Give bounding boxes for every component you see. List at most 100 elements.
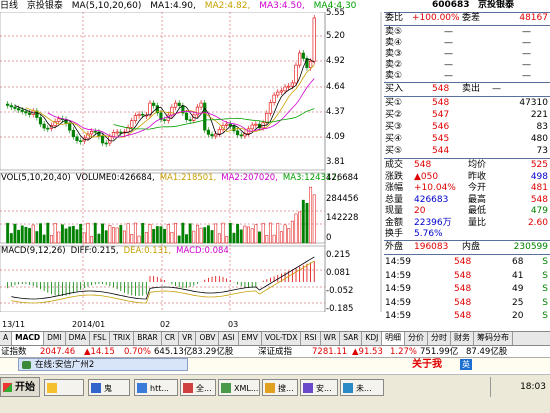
indicator-tab[interactable]: ASI xyxy=(219,332,239,345)
detail-tab[interactable]: 筹码分布 xyxy=(474,332,513,345)
volume-bar xyxy=(133,222,137,244)
taskbar-window-button[interactable]: htt... xyxy=(134,379,178,396)
taskbar-window-button[interactable]: 全... xyxy=(180,379,216,396)
macd-tick: 0.081 xyxy=(326,268,351,278)
volume-bar xyxy=(6,222,10,244)
buy-level-row: 买③ 546 83 xyxy=(384,122,550,133)
candle-body xyxy=(279,90,284,93)
stat-value: 479 xyxy=(530,206,548,216)
indicator-tab[interactable]: BRAR xyxy=(134,332,162,345)
indicator-tab[interactable]: VOL-TDX xyxy=(262,332,302,345)
candle-body xyxy=(254,123,258,126)
candle-body xyxy=(16,108,21,111)
candle-body xyxy=(79,140,83,143)
candle-body xyxy=(276,91,280,96)
indicator-tab[interactable]: TRIX xyxy=(110,332,135,345)
vol-tick: 284456 xyxy=(326,194,359,204)
candle-body xyxy=(312,17,316,62)
ma-params: MA(5,10,20,60) xyxy=(71,1,142,11)
volume-bar xyxy=(236,223,240,244)
date-tick: 13/11 xyxy=(2,320,26,329)
indicator-tab[interactable]: DMI xyxy=(44,332,66,345)
stat-value: 548 xyxy=(530,194,548,205)
volume-bar xyxy=(155,226,159,244)
indicator-tab[interactable]: OBV xyxy=(196,332,220,345)
macd-diff-line xyxy=(11,256,315,300)
candle-body xyxy=(203,102,207,131)
app-icon xyxy=(137,383,147,393)
tick-time: 14:59 xyxy=(385,297,411,308)
candle-body xyxy=(119,131,123,134)
macd-diff: DIFF:0.215, xyxy=(70,246,119,256)
level-label: 卖② xyxy=(385,60,403,70)
tick-time: 14:59 xyxy=(385,270,411,281)
volume-bar xyxy=(247,226,251,244)
app-icon xyxy=(91,383,101,393)
taskbar: 开始 鬼 htt... 全... XML... 搜... 安... 未... 18:03 xyxy=(0,374,550,413)
taskbar-window-button[interactable]: 搜... xyxy=(262,379,298,396)
level-volume: 83 xyxy=(536,122,548,132)
connection-bar: 在线:安信广州2 关于我 英 xyxy=(0,357,550,372)
vol-tick: 0 xyxy=(326,233,332,243)
volume-bar xyxy=(93,222,97,244)
detail-tab[interactable]: 财务 xyxy=(451,332,474,345)
detail-tab[interactable]: 分价 xyxy=(405,332,428,345)
taskbar-window-button[interactable] xyxy=(44,379,84,396)
stat-row: 涨幅 +10.04% 今开 481 xyxy=(384,183,550,194)
indicator-tab[interactable]: SAR xyxy=(340,332,363,345)
stat-label: 最高 xyxy=(468,194,487,205)
taskbar-window-button[interactable]: 鬼 xyxy=(88,379,130,396)
volume-bar xyxy=(112,227,115,244)
app-icon xyxy=(343,383,353,393)
volume-bar xyxy=(181,222,185,244)
indicator-tab[interactable]: DMA xyxy=(66,332,90,345)
level-price: — xyxy=(444,60,453,70)
detail-tab[interactable]: 分时 xyxy=(428,332,451,345)
price-tick: 4.37 xyxy=(326,107,345,117)
vol-current: VOLUME0:426684, xyxy=(75,173,155,183)
stat-value: 548 xyxy=(414,160,432,170)
candle-body xyxy=(177,102,181,106)
trade-tick-row: 14:59 548 49 S xyxy=(384,284,550,295)
about-me-link[interactable]: 关于我 xyxy=(412,358,442,371)
volume-bar xyxy=(294,213,298,244)
tick-side: S xyxy=(542,311,548,321)
price-tick: 4.09 xyxy=(326,132,345,142)
indicator-tab[interactable]: FSL xyxy=(90,332,111,345)
tick-volume: 49 xyxy=(512,284,524,294)
stat-value: ▲050 xyxy=(414,171,439,182)
candle-body xyxy=(225,123,229,126)
taskbar-window-button[interactable]: 安... xyxy=(300,379,338,396)
taskbar-window-button[interactable]: XML... xyxy=(218,379,260,396)
taskbar-window-button[interactable]: 未... xyxy=(340,379,384,396)
candle-body xyxy=(38,117,43,125)
stat-row: 成交 548 均价 525 xyxy=(384,160,550,171)
candle-body xyxy=(173,102,178,108)
chart-type-label: 日线 xyxy=(0,1,19,11)
weibi-row: 委比 +100.00% 委差 48167 xyxy=(384,13,550,24)
stat-value: 5.76% xyxy=(414,229,443,239)
indicator-tab[interactable]: CR xyxy=(162,332,180,345)
kline-chart-area[interactable] xyxy=(0,12,382,312)
ime-indicator[interactable]: 英 xyxy=(460,359,472,370)
indicator-tab[interactable]: KDJ xyxy=(362,332,383,345)
indicator-tab[interactable]: A xyxy=(0,332,13,345)
indicator-tab[interactable]: VR xyxy=(179,332,197,345)
candle-body xyxy=(290,82,294,87)
indicator-tab[interactable]: EMV xyxy=(239,332,262,345)
indicator-tab[interactable]: WR xyxy=(321,332,341,345)
indicator-tab[interactable]: MACD xyxy=(12,332,45,345)
detail-tab[interactable]: 明细 xyxy=(382,332,405,345)
volume-bar xyxy=(28,228,32,244)
price-tick: 5.20 xyxy=(326,31,345,41)
start-button[interactable]: 开始 xyxy=(0,377,40,397)
candle-body xyxy=(184,112,189,120)
candle-body xyxy=(27,112,32,115)
candle-body xyxy=(283,86,287,92)
volume-bar xyxy=(243,225,247,244)
volume-bar xyxy=(185,234,188,244)
online-station-button[interactable]: 在线:安信广州2 xyxy=(18,358,188,371)
indicator-tab[interactable]: RSI xyxy=(301,332,321,345)
stat-label: 换手 xyxy=(385,229,404,239)
volume-bar xyxy=(130,234,134,244)
